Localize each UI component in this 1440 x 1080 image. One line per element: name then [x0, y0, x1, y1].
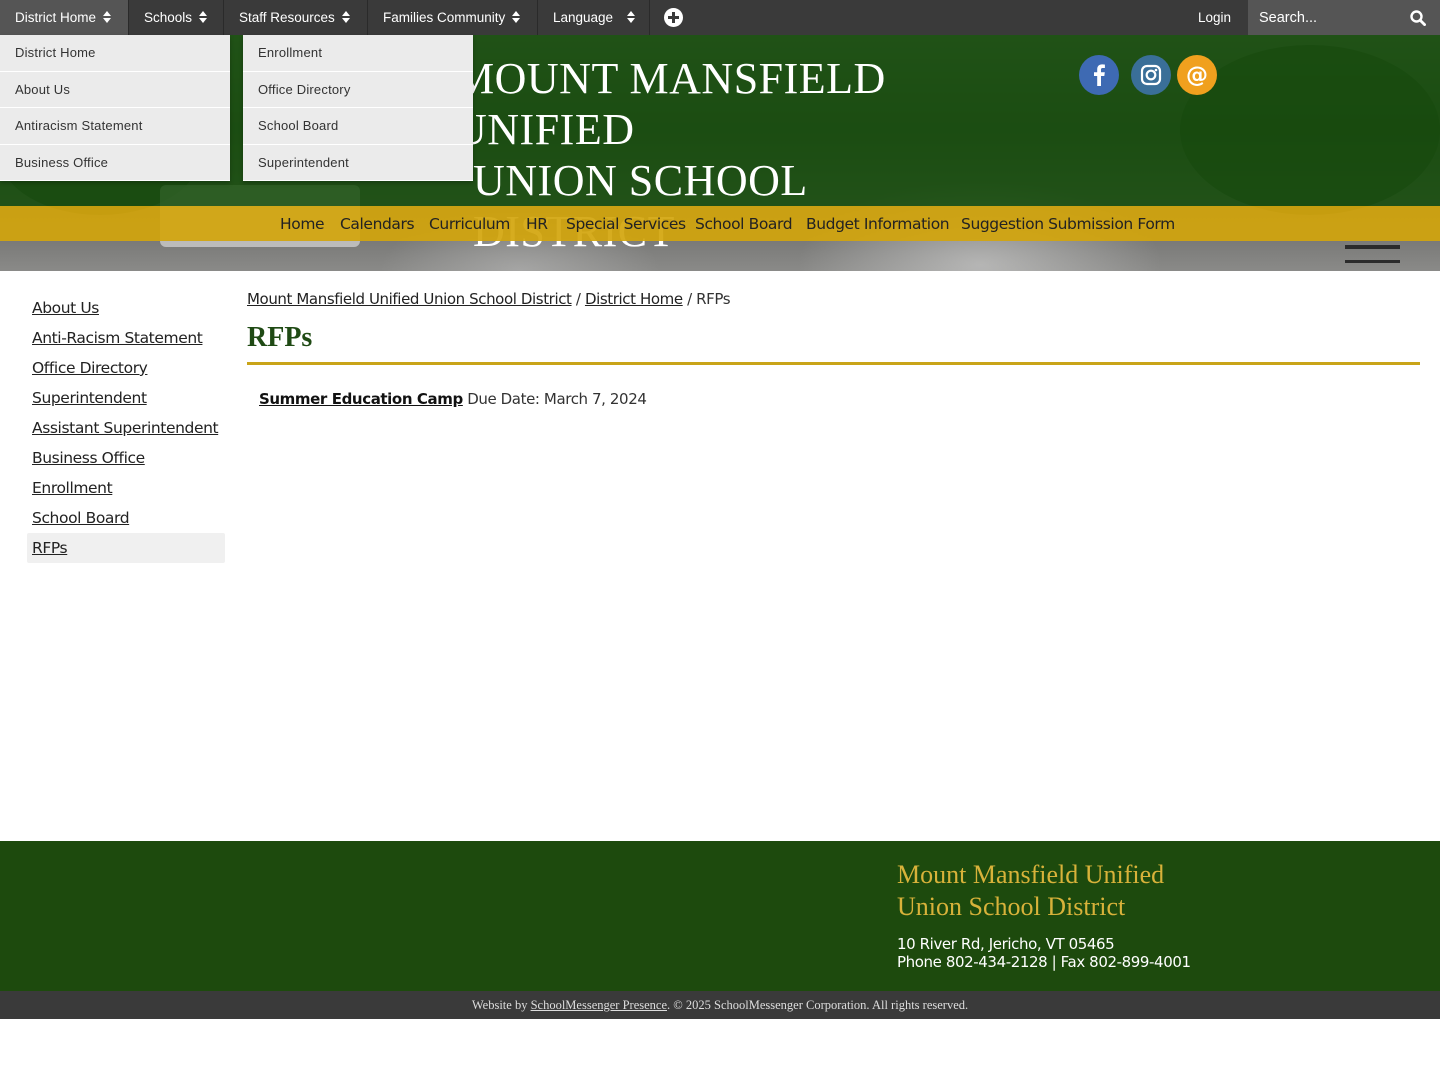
email-icon: @ [1186, 63, 1208, 88]
banner-bench [1345, 245, 1400, 263]
footer-name-line1: Mount Mansfield Unified [897, 860, 1165, 889]
rfp-due-date: Due Date: March 7, 2024 [467, 390, 647, 408]
dropdown-item-school-board[interactable]: School Board [243, 108, 473, 145]
instagram-button[interactable] [1131, 55, 1171, 95]
topnav-label: Staff Resources [239, 10, 335, 25]
login-link[interactable]: Login [1198, 0, 1231, 35]
facebook-button[interactable] [1079, 55, 1119, 95]
copyright-bar: Website by SchoolMessenger Presence. © 2… [0, 991, 1440, 1019]
main-nav: Home Calendars Curriculum HR Special Ser… [0, 206, 1440, 241]
sidebar-item-enrollment[interactable]: Enrollment [27, 473, 225, 503]
footer: Mount Mansfield Unified Union School Dis… [0, 841, 1440, 991]
topnav-district-home[interactable]: District Home [0, 0, 129, 35]
top-bar: District Home Schools Staff Resources Fa… [0, 0, 1440, 35]
breadcrumb-parent-link[interactable]: District Home [585, 290, 683, 308]
dropdown-item-district-home[interactable]: District Home [0, 35, 230, 72]
sidebar-item-school-board[interactable]: School Board [27, 503, 225, 533]
sort-caret-icon [199, 11, 208, 24]
breadcrumb: Mount Mansfield Unified Union School Dis… [247, 290, 731, 308]
dropdown-item-enrollment[interactable]: Enrollment [243, 35, 473, 72]
site-title-line1: MOUNT MANSFIELD UNIFIED [455, 54, 886, 154]
mainnav-suggestion-form[interactable]: Suggestion Submission Form [961, 206, 1175, 241]
email-button[interactable]: @ [1177, 55, 1217, 95]
sort-caret-icon [341, 11, 350, 24]
sort-caret-icon [627, 11, 636, 24]
breadcrumb-root-link[interactable]: Mount Mansfield Unified Union School Dis… [247, 290, 572, 308]
topnav-language[interactable]: Language [538, 0, 650, 35]
search-input[interactable] [1248, 0, 1408, 35]
footer-address: 10 River Rd, Jericho, VT 05465 [897, 935, 1115, 953]
footer-contact: 10 River Rd, Jericho, VT 05465 Phone 802… [897, 935, 1191, 971]
plus-circle-icon[interactable] [664, 8, 683, 27]
topnav-schools[interactable]: Schools [129, 0, 224, 35]
schoolmessenger-link[interactable]: SchoolMessenger Presence [531, 998, 667, 1012]
sidebar-nav: About Us Anti-Racism Statement Office Di… [27, 293, 225, 563]
mainnav-home[interactable]: Home [280, 206, 325, 241]
footer-district-name: Mount Mansfield Unified Union School Dis… [897, 859, 1217, 923]
facebook-icon [1094, 64, 1105, 86]
footer-name-line2: Union School District [897, 892, 1126, 921]
topnav-label: Schools [144, 10, 193, 25]
topnav-families-community[interactable]: Families Community [368, 0, 538, 35]
svg-text:@: @ [1186, 63, 1208, 88]
breadcrumb-separator: / [687, 290, 692, 308]
sort-caret-icon [103, 11, 112, 24]
sidebar-item-rfps[interactable]: RFPs [27, 533, 225, 563]
topnav-label: District Home [15, 10, 97, 25]
mainnav-calendars[interactable]: Calendars [340, 206, 415, 241]
footer-phone-fax: Phone 802-434-2128 | Fax 802-899-4001 [897, 953, 1191, 971]
copyright-suffix: . © 2025 SchoolMessenger Corporation. Al… [667, 998, 969, 1012]
rfp-item: Summer Education Camp Due Date: March 7,… [259, 390, 647, 408]
district-home-dropdown-col2: Enrollment Office Directory School Board… [243, 35, 473, 181]
dropdown-item-business-office[interactable]: Business Office [0, 144, 230, 181]
dropdown-item-office-directory[interactable]: Office Directory [243, 71, 473, 108]
breadcrumb-current: RFPs [696, 290, 731, 308]
mainnav-curriculum[interactable]: Curriculum [429, 206, 510, 241]
sidebar-item-assistant-superintendent[interactable]: Assistant Superintendent [27, 413, 225, 443]
copyright-prefix: Website by [471, 998, 528, 1012]
rfp-link[interactable]: Summer Education Camp [259, 390, 463, 408]
topnav-label: Families Community [383, 10, 506, 25]
mainnav-school-board[interactable]: School Board [695, 206, 793, 241]
sidebar-item-anti-racism[interactable]: Anti-Racism Statement [27, 323, 225, 353]
search-icon[interactable] [1410, 10, 1426, 26]
title-divider [247, 362, 1420, 365]
dropdown-item-antiracism[interactable]: Antiracism Statement [0, 108, 230, 145]
mainnav-special-services[interactable]: Special Services [566, 206, 686, 241]
topnav-staff-resources[interactable]: Staff Resources [224, 0, 368, 35]
breadcrumb-separator: / [575, 290, 581, 308]
topnav-label: Language [553, 10, 614, 25]
sidebar-item-superintendent[interactable]: Superintendent [27, 383, 225, 413]
page-title: RFPs [247, 322, 313, 353]
mainnav-budget-information[interactable]: Budget Information [806, 206, 950, 241]
district-home-dropdown-col1: District Home About Us Antiracism Statem… [0, 35, 230, 181]
sort-caret-icon [512, 11, 521, 24]
instagram-icon [1140, 64, 1162, 86]
sidebar-item-about-us[interactable]: About Us [27, 293, 225, 323]
mainnav-hr[interactable]: HR [526, 206, 548, 241]
sidebar-item-business-office[interactable]: Business Office [27, 443, 225, 473]
dropdown-item-about-us[interactable]: About Us [0, 71, 230, 108]
dropdown-item-superintendent[interactable]: Superintendent [243, 144, 473, 181]
sidebar-item-office-directory[interactable]: Office Directory [27, 353, 225, 383]
